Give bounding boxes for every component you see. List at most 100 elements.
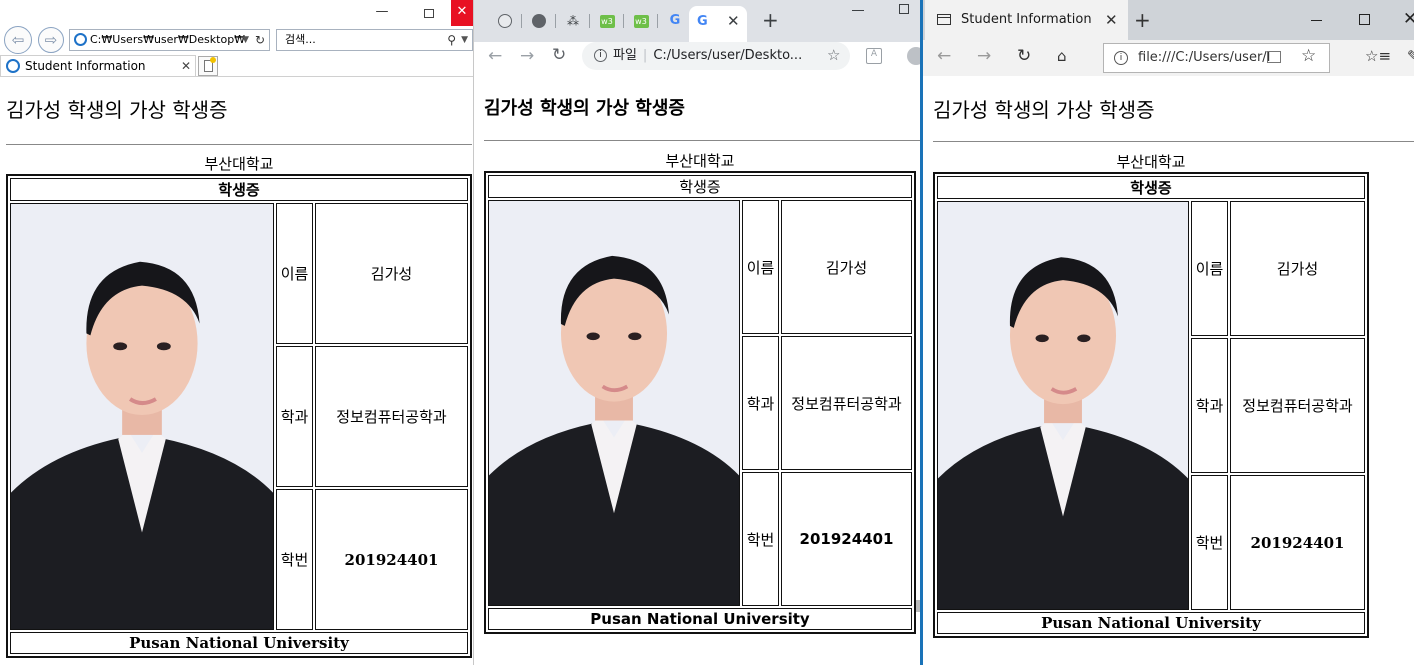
minimize-icon[interactable]: — [372, 4, 392, 22]
row-value-department: 정보컴퓨터공학과 [315, 346, 468, 487]
close-tab-icon[interactable]: ✕ [727, 12, 740, 30]
address-text: C:/Users/user/Deskto... [653, 48, 803, 63]
new-tab-button[interactable] [198, 56, 218, 76]
page-content: 김가성 학생의 가상 학생증 부산대학교 학생증 이름 김가성 학과 정보컴퓨터… [484, 94, 920, 634]
reload-icon[interactable]: ↻ [552, 45, 566, 65]
search-input[interactable]: 검색... ⚲ ▼ [276, 29, 473, 51]
home-icon[interactable]: ⌂ [1057, 47, 1067, 65]
student-card: 학생증 이름 김가성 학과 정보컴퓨터공학과 학번 201924401 Pusa… [933, 172, 1369, 638]
pen-icon[interactable]: ✎ [1407, 47, 1414, 65]
row-label-name: 이름 [1191, 201, 1228, 336]
favorite-star-icon[interactable]: ☆ [1301, 46, 1316, 66]
pinned-tabs: ⁂ w3 w3 G [488, 11, 692, 31]
tab-student-information[interactable]: Student Information ✕ [0, 55, 196, 77]
tab-pinned-1[interactable] [488, 11, 522, 31]
university-caption: 부산대학교 [204, 155, 274, 173]
search-icon[interactable]: ⚲ [447, 30, 456, 50]
close-icon[interactable]: ✕ [451, 0, 473, 26]
avatar[interactable] [907, 47, 920, 65]
card-footer: Pusan National University [937, 612, 1365, 634]
omnibox[interactable]: i 파일 | C:/Users/user/Deskto... [582, 42, 850, 70]
tab-title: Student Information [25, 59, 146, 73]
card-title: 학생증 [488, 175, 912, 198]
row-label-department: 학과 [1191, 338, 1228, 473]
back-arrow-icon[interactable]: ⇦ [4, 26, 32, 54]
edge-window: Student Information ✕ + ✕ ← → ↻ ⌂ i file… [920, 0, 1414, 665]
refresh-icon[interactable]: ↻ [255, 30, 265, 50]
close-icon[interactable]: ✕ [1403, 9, 1414, 29]
row-value-name: 김가성 [1230, 201, 1365, 336]
maximize-icon[interactable] [420, 4, 440, 22]
tab-pinned-2[interactable] [522, 11, 556, 31]
portrait-image [11, 204, 273, 629]
student-photo [937, 201, 1189, 610]
tab-pinned-6[interactable]: G [658, 11, 692, 31]
new-tab-icon[interactable]: + [762, 8, 779, 32]
divider [0, 76, 473, 77]
row-value-department: 정보컴퓨터공학과 [781, 336, 912, 470]
row-label-name: 이름 [276, 203, 313, 344]
tab-pinned-5[interactable]: w3 [624, 11, 658, 31]
google-icon: G [669, 13, 681, 28]
tab-pinned-4[interactable]: w3 [590, 11, 624, 31]
minimize-icon[interactable] [852, 10, 864, 11]
page-content: 김가성 학생의 가상 학생증 부산대학교 학생증 이름 김가성 학과 정보컴퓨터… [6, 94, 472, 658]
address-text: file:///C:/Users/user/I [1138, 50, 1271, 65]
maximize-icon[interactable] [1359, 14, 1370, 25]
row-label-department: 학과 [276, 346, 313, 487]
favorites-icon[interactable]: ☆≡ [1365, 47, 1391, 65]
row-label-student-id: 학번 [742, 472, 779, 606]
page-title: 김가성 학생의 가상 학생증 [6, 98, 228, 122]
minimize-icon[interactable] [1311, 20, 1322, 21]
address-bar[interactable]: C:₩Users₩user₩Desktop₩ ▼ ↻ [69, 29, 270, 51]
dropdown-icon[interactable]: ▼ [461, 30, 468, 50]
row-value-student-id: 201924401 [315, 489, 468, 630]
row-label-student-id: 학번 [276, 489, 313, 630]
ie-logo-icon [6, 59, 20, 73]
ie-titlebar [0, 0, 473, 26]
google-icon: G [697, 14, 708, 29]
bookmark-star-icon[interactable]: ☆ [827, 46, 840, 64]
card-title: 학생증 [937, 176, 1365, 199]
address-scheme: 파일 [613, 48, 637, 63]
info-icon[interactable]: i [1114, 51, 1128, 65]
forward-arrow-icon[interactable]: → [520, 46, 534, 66]
portrait-image [938, 202, 1188, 609]
maximize-icon[interactable] [899, 4, 909, 14]
page-title: 김가성 학생의 가상 학생증 [933, 98, 1155, 122]
tab-active[interactable]: G ✕ [689, 6, 747, 42]
divider [484, 140, 920, 141]
page-title: 김가성 학생의 가상 학생증 [484, 98, 685, 119]
close-tab-icon[interactable]: ✕ [1105, 0, 1118, 40]
chrome-window: ⁂ w3 w3 G G ✕ + ← → ↻ i 파일 | C:/Users/user/… [473, 0, 920, 665]
new-tab-icon[interactable]: + [1134, 8, 1151, 32]
row-value-student-id: 201924401 [1230, 475, 1365, 610]
address-bar[interactable]: i file:///C:/Users/user/I [1103, 43, 1330, 73]
forward-arrow-icon[interactable]: ⇨ [38, 27, 64, 53]
card-title: 학생증 [10, 178, 468, 201]
tab-pinned-3[interactable]: ⁂ [556, 11, 590, 31]
tab-title: Student Information [961, 12, 1092, 27]
student-card: 학생증 이름 김가성 학과 정보컴퓨터공학과 학번 201924401 Pusa… [484, 171, 916, 634]
student-photo [10, 203, 274, 630]
back-arrow-icon[interactable]: ← [937, 46, 951, 66]
row-value-name: 김가성 [781, 200, 912, 334]
dropdown-icon[interactable]: ▼ [242, 30, 249, 50]
close-tab-icon[interactable]: ✕ [181, 56, 191, 76]
divider: | [642, 48, 648, 63]
reload-icon[interactable]: ↻ [1017, 46, 1031, 66]
info-icon[interactable]: i [594, 49, 607, 62]
tab-student-information[interactable]: Student Information ✕ [925, 0, 1128, 40]
page-content: 김가성 학생의 가상 학생증 부산대학교 학생증 이름 김가성 학과 정보컴퓨터… [933, 94, 1414, 638]
portrait-image [489, 201, 739, 605]
reading-view-icon[interactable] [1267, 51, 1281, 63]
divider [6, 144, 472, 145]
w3-icon: w3 [633, 14, 649, 28]
row-value-name: 김가성 [315, 203, 468, 344]
university-caption: 부산대학교 [1116, 153, 1186, 171]
row-value-department: 정보컴퓨터공학과 [1230, 338, 1365, 473]
card-footer: Pusan National University [488, 608, 912, 630]
back-arrow-icon[interactable]: ← [488, 46, 502, 66]
pdf-extension-icon[interactable]: A [866, 48, 882, 64]
forward-arrow-icon[interactable]: → [977, 46, 991, 66]
